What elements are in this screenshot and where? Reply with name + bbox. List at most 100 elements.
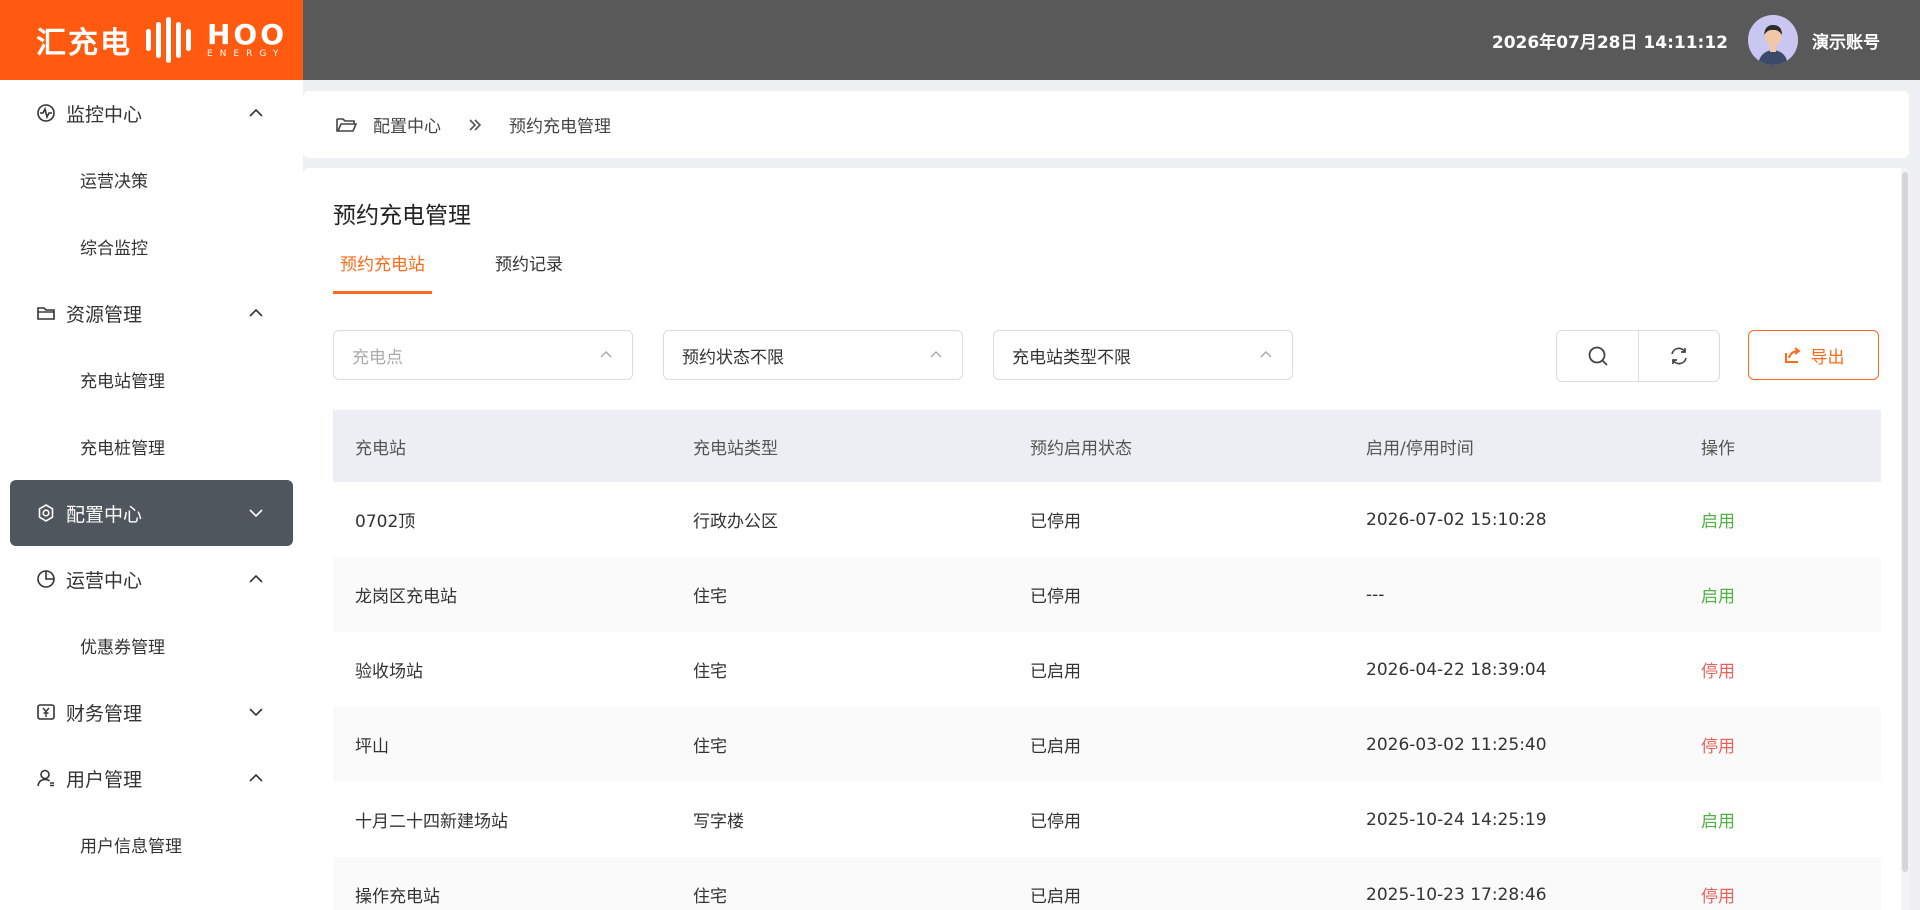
logo-mark-icon bbox=[146, 17, 191, 63]
cell-time: 2025-10-23 17:28:46 bbox=[1366, 884, 1547, 905]
logo-en-main: HOO bbox=[207, 18, 288, 51]
cell-type: 行政办公区 bbox=[693, 512, 778, 532]
username[interactable]: 演示账号 bbox=[1812, 28, 1880, 53]
export-button[interactable]: 导出 bbox=[1748, 330, 1879, 380]
export-icon bbox=[1784, 347, 1801, 363]
cell-time: --- bbox=[1366, 584, 1385, 605]
disable-action-link[interactable]: 停用 bbox=[1679, 632, 1881, 707]
sidebar-group-operations[interactable]: 运营中心 bbox=[0, 546, 303, 612]
cell-station: 坪山 bbox=[355, 737, 389, 757]
cell-type: 写字楼 bbox=[693, 812, 744, 832]
cell-type: 住宅 bbox=[693, 887, 727, 907]
gear-icon bbox=[36, 503, 56, 523]
sidebar-group-label: 运营中心 bbox=[66, 569, 143, 592]
search-reset-group bbox=[1556, 330, 1720, 382]
sidebar-item-user-info[interactable]: 用户信息管理 bbox=[0, 811, 303, 878]
sidebar-group-label: 用户管理 bbox=[66, 768, 143, 791]
tab-reservation-stations[interactable]: 预约充电站 bbox=[333, 254, 432, 294]
sidebar-item-pile-management[interactable]: 充电桩管理 bbox=[0, 413, 303, 480]
table-row: 坪山 住宅 已启用 2026-03-02 11:25:40 停用 bbox=[333, 707, 1881, 782]
reservation-status-select[interactable]: 预约状态不限 bbox=[663, 330, 963, 380]
table-row: 龙岗区充电站 住宅 已停用 --- 启用 bbox=[333, 557, 1881, 632]
cell-type: 住宅 bbox=[693, 662, 727, 682]
cell-type: 住宅 bbox=[693, 587, 727, 607]
finance-icon bbox=[36, 702, 56, 722]
sidebar-group-resources[interactable]: 资源管理 bbox=[0, 280, 303, 346]
search-icon bbox=[1588, 346, 1608, 366]
breadcrumb: 配置中心 预约充电管理 bbox=[303, 91, 1909, 158]
logo-text-en: HOO ENERGY bbox=[207, 21, 287, 59]
cell-status: 已启用 bbox=[1030, 887, 1081, 907]
cell-status: 已停用 bbox=[1030, 812, 1081, 832]
sidebar-group-users[interactable]: 用户管理 bbox=[0, 745, 303, 811]
sidebar-item-station-management[interactable]: 充电站管理 bbox=[0, 346, 303, 413]
logo-text-cn: 汇充电 bbox=[36, 26, 132, 61]
column-header-station: 充电站 bbox=[355, 438, 406, 459]
top-header: 汇充电 HOO ENERGY 2026年07月28日 14:11:12 演示账号 bbox=[0, 0, 1920, 80]
chevron-up-icon bbox=[249, 108, 263, 117]
table-row: 0702顶 行政办公区 已停用 2026-07-02 15:10:28 启用 bbox=[333, 482, 1881, 557]
sidebar-item-ops-decision[interactable]: 运营决策 bbox=[0, 146, 303, 213]
disable-action-link[interactable]: 停用 bbox=[1679, 707, 1881, 782]
cell-status: 已启用 bbox=[1030, 737, 1081, 757]
chevron-up-icon bbox=[600, 351, 612, 358]
reset-button[interactable] bbox=[1638, 331, 1719, 381]
cell-station: 十月二十四新建场站 bbox=[355, 812, 508, 832]
enable-action-link[interactable]: 启用 bbox=[1679, 782, 1881, 857]
avatar-person-icon bbox=[1748, 15, 1798, 65]
cell-station: 验收场站 bbox=[355, 662, 423, 682]
enable-action-link[interactable]: 启用 bbox=[1679, 557, 1881, 632]
table-row: 操作充电站 住宅 已启用 2025-10-23 17:28:46 停用 bbox=[333, 857, 1881, 910]
chevron-up-icon bbox=[930, 351, 942, 358]
table-header-row: 充电站 充电站类型 预约启用状态 启用/停用时间 操作 bbox=[333, 410, 1881, 482]
breadcrumb-current: 预约充电管理 bbox=[509, 117, 611, 137]
chevron-down-icon bbox=[249, 708, 263, 717]
chevron-up-icon bbox=[249, 773, 263, 782]
sidebar-item-coupon-management[interactable]: 优惠券管理 bbox=[0, 612, 303, 679]
folder-open-icon bbox=[336, 117, 357, 132]
page-title: 预约充电管理 bbox=[333, 203, 471, 229]
station-type-value: 充电站类型不限 bbox=[1012, 347, 1131, 368]
tab-reservation-records[interactable]: 预约记录 bbox=[488, 254, 570, 294]
chevron-up-icon bbox=[249, 308, 263, 317]
cell-station: 龙岗区充电站 bbox=[355, 587, 457, 607]
cell-time: 2026-04-22 18:39:04 bbox=[1366, 659, 1547, 680]
breadcrumb-parent[interactable]: 配置中心 bbox=[373, 112, 441, 137]
station-select[interactable]: 充电点 bbox=[333, 330, 633, 380]
cell-status: 已停用 bbox=[1030, 512, 1081, 532]
vertical-scrollbar[interactable] bbox=[1901, 168, 1909, 910]
sidebar-group-config[interactable]: 配置中心 bbox=[10, 480, 293, 546]
cell-time: 2026-07-02 15:10:28 bbox=[1366, 509, 1547, 530]
current-datetime: 2026年07月28日 14:11:12 bbox=[1491, 32, 1728, 53]
user-icon bbox=[36, 768, 56, 788]
enable-action-link[interactable]: 启用 bbox=[1679, 482, 1881, 557]
sidebar-item-integrated-monitor[interactable]: 综合监控 bbox=[0, 213, 303, 280]
sidebar-group-monitor[interactable]: 监控中心 bbox=[0, 80, 303, 146]
column-header-action: 操作 bbox=[1701, 438, 1735, 459]
sidebar-group-label: 财务管理 bbox=[66, 702, 143, 725]
avatar[interactable] bbox=[1748, 15, 1798, 65]
disable-action-link[interactable]: 停用 bbox=[1679, 857, 1881, 910]
monitor-pulse-icon bbox=[36, 103, 56, 123]
double-chevron-right-icon bbox=[469, 118, 482, 131]
reservation-status-value: 预约状态不限 bbox=[682, 347, 784, 368]
main-panel: 预约充电管理 预约充电站 预约记录 充电点 预约状态不限 充电站类型不限 导出 bbox=[303, 168, 1909, 910]
cell-time: 2026-03-02 11:25:40 bbox=[1366, 734, 1547, 755]
cell-status: 已启用 bbox=[1030, 662, 1081, 682]
column-header-status: 预约启用状态 bbox=[1030, 438, 1132, 459]
station-type-select[interactable]: 充电站类型不限 bbox=[993, 330, 1293, 380]
sidebar-group-finance[interactable]: 财务管理 bbox=[0, 679, 303, 745]
table-row: 验收场站 住宅 已启用 2026-04-22 18:39:04 停用 bbox=[333, 632, 1881, 707]
search-button[interactable] bbox=[1557, 331, 1638, 381]
sidebar: 监控中心 运营决策 综合监控 资源管理 充电站管理 充电桩管理 配置中心 运营中… bbox=[0, 80, 303, 910]
logo-en-sub: ENERGY bbox=[207, 49, 286, 59]
station-select-placeholder: 充电点 bbox=[352, 347, 403, 368]
cell-station: 操作充电站 bbox=[355, 887, 440, 907]
column-header-time: 启用/停用时间 bbox=[1366, 438, 1474, 459]
cell-type: 住宅 bbox=[693, 737, 727, 757]
chevron-up-icon bbox=[249, 574, 263, 583]
cell-status: 已停用 bbox=[1030, 587, 1081, 607]
scrollbar-thumb[interactable] bbox=[1902, 172, 1908, 872]
brand-logo[interactable]: 汇充电 HOO ENERGY bbox=[0, 0, 303, 80]
column-header-type: 充电站类型 bbox=[693, 438, 778, 459]
